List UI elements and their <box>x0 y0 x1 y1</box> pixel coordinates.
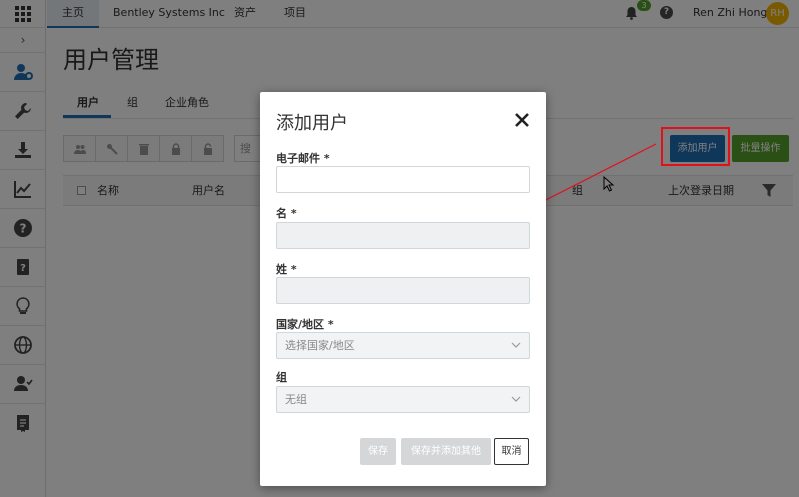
country-select[interactable]: 选择国家/地区 <box>276 332 530 359</box>
last-name-field[interactable] <box>276 277 530 304</box>
group-select[interactable]: 无组 <box>276 386 530 413</box>
cancel-button[interactable]: 取消 <box>494 438 529 465</box>
last-name-label: 姓 * <box>276 263 297 276</box>
group-select-value: 无组 <box>285 393 307 406</box>
save-button[interactable]: 保存 <box>360 438 396 465</box>
chevron-down-icon <box>511 396 521 402</box>
country-label: 国家/地区 * <box>276 318 334 331</box>
annotation-highlight-box <box>661 127 730 166</box>
chevron-down-icon <box>511 342 521 348</box>
first-name-field[interactable] <box>276 222 530 249</box>
add-user-dialog: 添加用户 电子邮件 * 名 * 姓 * 国家/地区 * 选择国家/地区 组 无组… <box>260 92 546 486</box>
group-label: 组 <box>276 371 287 384</box>
close-icon[interactable] <box>514 112 530 128</box>
email-field[interactable] <box>276 166 530 193</box>
first-name-label: 名 * <box>276 207 297 220</box>
country-select-value: 选择国家/地区 <box>285 339 355 352</box>
save-and-add-another-button[interactable]: 保存并添加其他 <box>401 438 491 465</box>
dialog-title: 添加用户 <box>276 113 348 134</box>
email-label: 电子邮件 * <box>276 152 330 165</box>
